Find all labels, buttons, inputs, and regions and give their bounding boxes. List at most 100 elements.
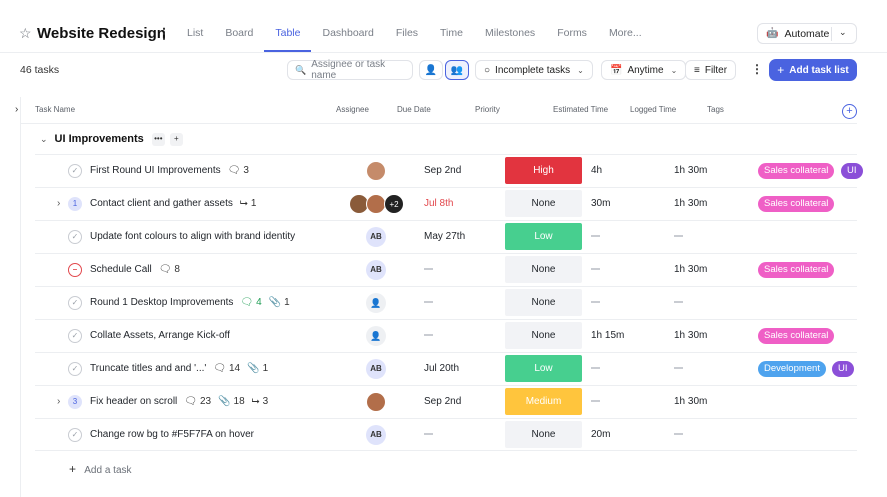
logged-time-empty[interactable] xyxy=(674,231,683,242)
tab-board[interactable]: Board xyxy=(214,18,264,52)
table-row[interactable]: ✓ Change row bg to #F5F7FA on hover AB N… xyxy=(35,418,857,451)
avatar[interactable] xyxy=(366,161,386,181)
add-task-row[interactable]: + Add a task xyxy=(69,462,132,476)
due-date-empty[interactable] xyxy=(424,297,433,308)
task-name[interactable]: Collate Assets, Arrange Kick-off xyxy=(90,330,230,341)
task-name[interactable]: Change row bg to #F5F7FA on hover xyxy=(90,429,254,440)
group-name[interactable]: UI Improvements xyxy=(55,133,144,145)
check-icon[interactable]: ✓ xyxy=(68,164,82,178)
tab-list[interactable]: List xyxy=(176,18,214,52)
due-date-empty[interactable] xyxy=(424,330,433,341)
tag-sales-collateral[interactable]: Sales collateral xyxy=(758,328,835,344)
column-due-date[interactable]: Due Date xyxy=(397,105,431,114)
column-assignee[interactable]: Assignee xyxy=(336,105,369,114)
add-task-list-button[interactable]: + Add task list xyxy=(769,59,857,81)
avatar[interactable] xyxy=(366,392,386,412)
subtask-count-badge[interactable]: 1 xyxy=(68,197,82,211)
priority-badge[interactable]: Medium xyxy=(505,388,582,415)
priority-badge[interactable]: None xyxy=(505,322,582,349)
project-menu-icon[interactable]: ⋮ xyxy=(157,25,171,42)
more-options-icon[interactable]: ⋮ xyxy=(751,62,763,76)
automate-button[interactable]: 🤖 Automate ⌄ xyxy=(757,23,857,44)
priority-badge[interactable]: High xyxy=(505,157,582,184)
task-name[interactable]: First Round UI Improvements 🗨 3 xyxy=(90,165,249,176)
date-filter-dropdown[interactable]: 📅 Anytime ⌄ xyxy=(601,60,687,80)
tab-more[interactable]: More... xyxy=(598,18,653,52)
avatar[interactable]: AB xyxy=(366,227,386,247)
task-name[interactable]: Truncate titles and and '...' 🗨 14 📎 1 xyxy=(90,363,268,374)
logged-time[interactable]: 1h 30m xyxy=(674,396,707,407)
unassigned-avatar-icon[interactable]: 👤 xyxy=(366,293,386,313)
column-tags[interactable]: Tags xyxy=(707,105,724,114)
tab-time[interactable]: Time xyxy=(429,18,474,52)
priority-badge[interactable]: None xyxy=(505,421,582,448)
due-date-empty[interactable] xyxy=(424,264,433,275)
check-icon[interactable]: ✓ xyxy=(68,428,82,442)
group-view-button[interactable]: 👥 xyxy=(445,60,469,80)
chevron-right-icon[interactable]: › xyxy=(15,104,18,115)
estimated-time[interactable]: 20m xyxy=(591,429,610,440)
due-date[interactable]: May 27th xyxy=(424,231,465,242)
logged-time[interactable]: 1h 30m xyxy=(674,165,707,176)
due-date[interactable]: Sep 2nd xyxy=(424,165,461,176)
avatar-overflow[interactable]: +2 xyxy=(384,194,404,214)
column-estimated-time[interactable]: Estimated Time xyxy=(553,105,608,114)
single-user-view-button[interactable]: 👤 xyxy=(419,60,443,80)
unassigned-avatar-icon[interactable]: 👤 xyxy=(366,326,386,346)
logged-time-empty[interactable] xyxy=(674,297,683,308)
table-row[interactable]: – Schedule Call 🗨 8 AB None 1h 30m Sales c… xyxy=(35,253,857,286)
group-more-button[interactable]: ••• xyxy=(151,132,165,146)
search-input[interactable]: 🔍 Assignee or task name xyxy=(287,59,413,81)
tag-sales-collateral[interactable]: Sales collateral xyxy=(758,262,835,278)
priority-badge[interactable]: None xyxy=(505,256,582,283)
group-add-button[interactable]: + xyxy=(169,132,183,146)
avatar[interactable]: AB xyxy=(366,260,386,280)
column-priority[interactable]: Priority xyxy=(475,105,500,114)
tab-milestones[interactable]: Milestones xyxy=(474,18,546,52)
task-name[interactable]: Fix header on scroll 🗨 23 📎 18 ⮡ 3 xyxy=(90,396,268,407)
logged-time[interactable]: 1h 30m xyxy=(674,330,707,341)
logged-time[interactable]: 1h 30m xyxy=(674,198,707,209)
avatar[interactable]: AB xyxy=(366,359,386,379)
due-date[interactable]: Jul 8th xyxy=(424,198,453,209)
avatar[interactable] xyxy=(366,194,386,214)
check-icon[interactable]: ✓ xyxy=(68,296,82,310)
tag-development[interactable]: Development xyxy=(758,361,826,377)
check-icon[interactable]: ✓ xyxy=(68,329,82,343)
estimated-time-empty[interactable] xyxy=(591,264,600,275)
column-task-name[interactable]: Task Name xyxy=(35,105,75,114)
table-row[interactable]: ✓ Collate Assets, Arrange Kick-off 👤 Non… xyxy=(35,319,857,352)
tab-table[interactable]: Table xyxy=(264,18,312,52)
subtask-count-badge[interactable]: 3 xyxy=(68,395,82,409)
check-icon[interactable]: ✓ xyxy=(68,362,82,376)
task-name[interactable]: Round 1 Desktop Improvements 🗨 4 📎 1 xyxy=(90,297,290,308)
estimated-time-empty[interactable] xyxy=(591,396,600,407)
logged-time-empty[interactable] xyxy=(674,429,683,440)
tag-sales-collateral[interactable]: Sales collateral xyxy=(758,163,835,179)
table-row[interactable]: ✓ Truncate titles and and '...' 🗨 14 📎 1 AB … xyxy=(35,352,857,385)
star-icon[interactable]: ☆ xyxy=(19,25,32,42)
estimated-time-empty[interactable] xyxy=(591,231,600,242)
table-row[interactable]: ✓ Round 1 Desktop Improvements 🗨 4 📎 1 👤 Non… xyxy=(35,286,857,319)
priority-badge[interactable]: None xyxy=(505,289,582,316)
column-logged-time[interactable]: Logged Time xyxy=(630,105,676,114)
filter-button[interactable]: ≡ Filter xyxy=(685,60,737,80)
tab-forms[interactable]: Forms xyxy=(546,18,598,52)
tag-ui[interactable]: UI xyxy=(832,361,854,377)
chevron-right-icon[interactable]: › xyxy=(57,198,60,209)
table-row[interactable]: › 3 Fix header on scroll 🗨 23 📎 18 ⮡ 3 Sep 2nd… xyxy=(35,385,857,418)
chevron-down-icon[interactable]: ⌄ xyxy=(839,27,847,38)
status-filter-dropdown[interactable]: ○ Incomplete tasks ⌄ xyxy=(475,60,593,80)
priority-badge[interactable]: None xyxy=(505,190,582,217)
priority-badge[interactable]: Low xyxy=(505,223,582,250)
blocked-icon[interactable]: – xyxy=(68,263,82,277)
chevron-right-icon[interactable]: › xyxy=(57,396,60,407)
tab-dashboard[interactable]: Dashboard xyxy=(311,18,384,52)
table-row[interactable]: ✓ Update font colours to align with bran… xyxy=(35,220,857,253)
tag-sales-collateral[interactable]: Sales collateral xyxy=(758,196,835,212)
logged-time-empty[interactable] xyxy=(674,363,683,374)
estimated-time-empty[interactable] xyxy=(591,363,600,374)
chevron-down-icon[interactable]: ⌄ xyxy=(40,134,48,145)
priority-badge[interactable]: Low xyxy=(505,355,582,382)
estimated-time[interactable]: 1h 15m xyxy=(591,330,624,341)
